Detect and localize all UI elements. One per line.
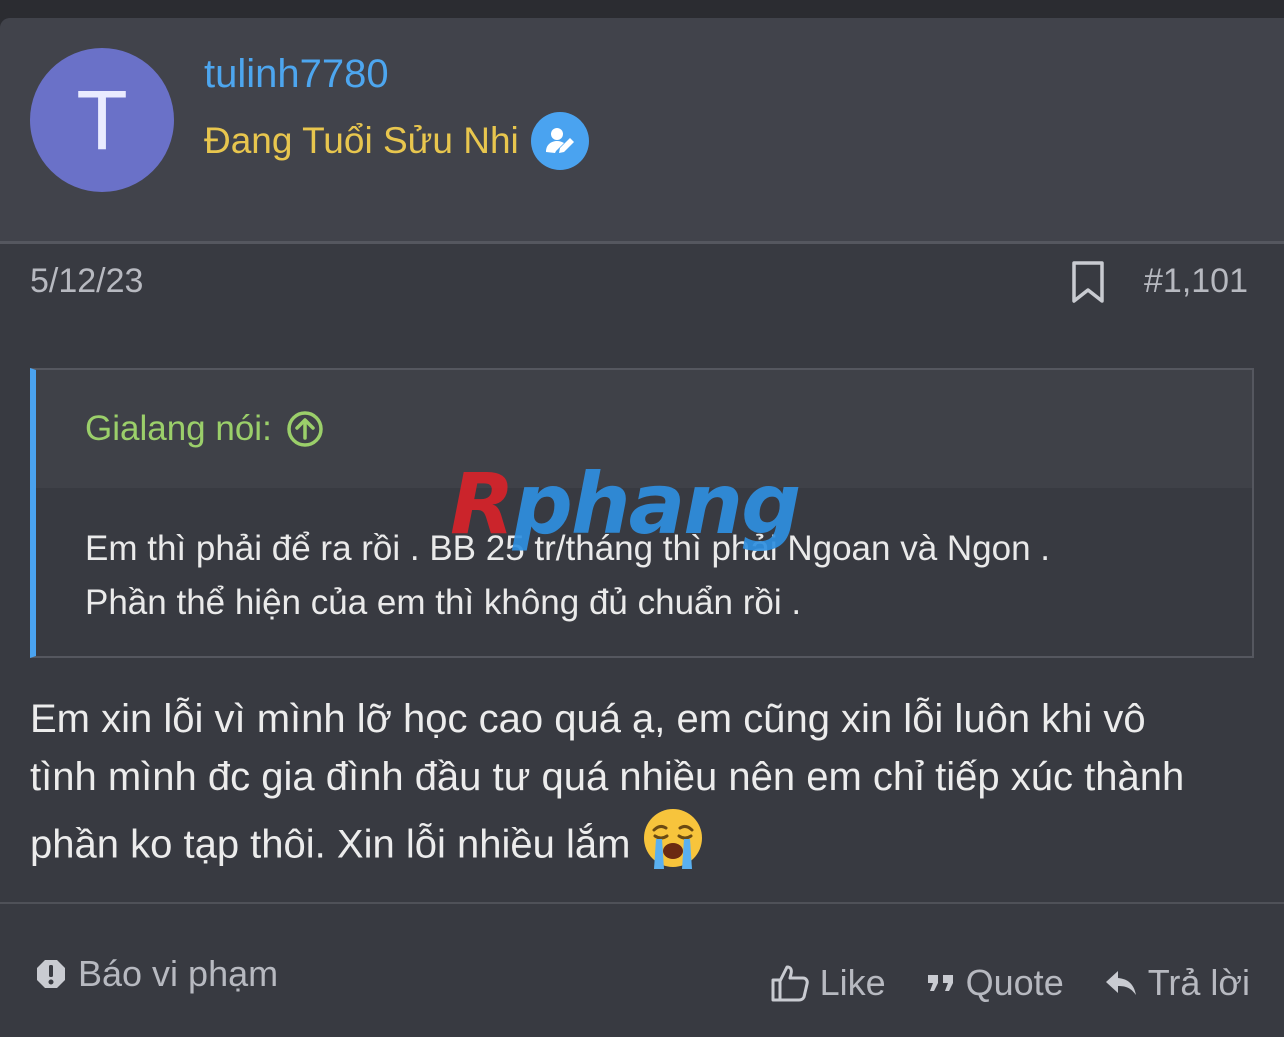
- report-button[interactable]: Báo vi phạm: [36, 953, 278, 995]
- crying-face-emoji: [640, 806, 706, 888]
- quote-line: Phần thể hiện của em thì không đủ chuẩn …: [85, 583, 802, 622]
- like-label: Like: [819, 962, 886, 1003]
- report-label: Báo vi phạm: [78, 953, 279, 994]
- footer-divider: [0, 902, 1284, 904]
- bookmark-icon[interactable]: [1070, 260, 1106, 304]
- quote-line: Em thì phải để ra rồi . BB 25 tr/tháng t…: [85, 529, 1051, 568]
- user-title: Đang Tuổi Sửu Nhi: [204, 112, 589, 170]
- message-line: Em xin lỗi vì mình lỡ học cao quá ạ, em …: [30, 697, 1146, 741]
- post-message: Em xin lỗi vì mình lỡ học cao quá ạ, em …: [30, 690, 1254, 888]
- top-bar: [0, 0, 1284, 18]
- reply-label: Trả lời: [1147, 962, 1250, 1003]
- message-line: tình mình đc gia đình đầu tư quá nhiều n…: [30, 755, 1185, 799]
- quote-button[interactable]: Quote: [926, 962, 1064, 1004]
- quote-label: Quote: [965, 962, 1064, 1003]
- reply-button[interactable]: Trả lời: [1104, 962, 1250, 1004]
- reply-arrow-icon: [1105, 971, 1136, 995]
- quote-header[interactable]: Gialang nói:: [36, 370, 1252, 488]
- quote-author[interactable]: Gialang nói:: [85, 409, 272, 449]
- quote-marks-icon: [927, 975, 953, 991]
- post-date[interactable]: 5/12/23: [30, 262, 143, 301]
- quote-body: Em thì phải để ra rồi . BB 25 tr/tháng t…: [36, 488, 1252, 630]
- like-button[interactable]: Like: [770, 962, 886, 1004]
- verified-user-icon: [530, 112, 589, 170]
- thumbs-up-icon: [771, 965, 809, 1002]
- quote-block: Gialang nói: Em thì phải để ra rồi . BB …: [30, 368, 1254, 658]
- avatar[interactable]: T: [30, 48, 174, 192]
- post-actions: Like Quote Trả lời: [730, 962, 1250, 1004]
- message-line: phần ko tạp thôi. Xin lỗi nhiều lắm: [30, 806, 1254, 888]
- post-number-link[interactable]: #1,101: [1144, 262, 1248, 301]
- user-header: T tulinh7780 Đang Tuổi Sửu Nhi: [0, 18, 1284, 244]
- message-line-text: phần ko tạp thôi. Xin lỗi nhiều lắm: [30, 822, 631, 867]
- alert-octagon-icon: [37, 960, 65, 988]
- username-link[interactable]: tulinh7780: [204, 52, 389, 97]
- user-title-text: Đang Tuổi Sửu Nhi: [204, 120, 519, 161]
- arrow-up-circle-icon[interactable]: [286, 410, 324, 448]
